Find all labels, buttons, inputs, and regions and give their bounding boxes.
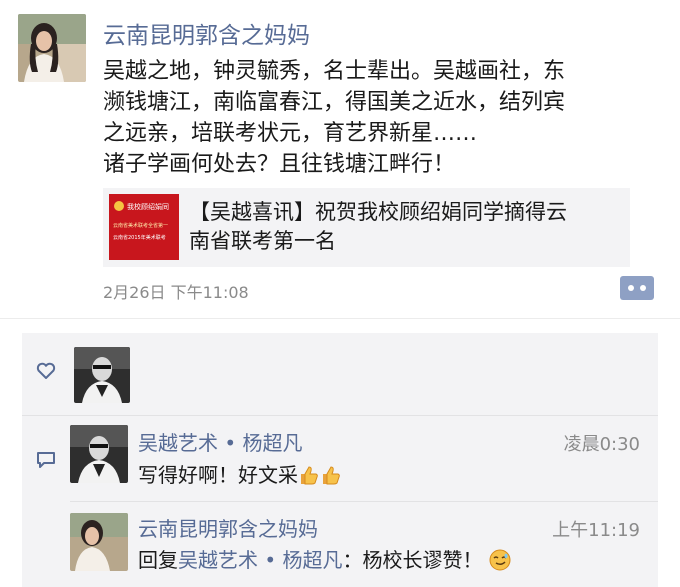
post-text-line: 濒钱塘江，南临富春江，得国美之近水，结列宾 <box>103 90 566 115</box>
dot-icon <box>640 285 646 291</box>
comment-time: 上午11:19 <box>552 520 640 541</box>
thumb-text-3: 云南省2015年美术联考 <box>113 234 166 241</box>
post-timestamp: 2月26日 下午11:08 <box>103 283 249 302</box>
shared-link-card[interactable]: 我校顾绍娟同 云南省美术联考全省第一 云南省2015年美术联考 【吴越喜讯】祝贺… <box>103 188 630 267</box>
reply-to-name[interactable]: 吴越艺术 • 杨超凡 <box>178 548 343 572</box>
link-title-line: 【吴越喜讯】祝贺我校顾绍娟同学摘得云 <box>189 200 567 224</box>
comment-text[interactable]: 写得好啊！好文采 <box>138 459 342 488</box>
link-title[interactable]: 【吴越喜讯】祝贺我校顾绍娟同学摘得云 南省联考第一名 <box>189 198 621 256</box>
reply-prefix: 回复 <box>138 548 178 572</box>
more-actions-button[interactable] <box>620 276 654 300</box>
divider <box>70 501 658 502</box>
link-thumbnail: 我校顾绍娟同 云南省美术联考全省第一 云南省2015年美术联考 <box>109 194 179 260</box>
comment-text[interactable]: 回复吴越艺术 • 杨超凡：杨校长谬赞！ <box>138 544 511 573</box>
post-author-avatar[interactable] <box>18 14 86 82</box>
link-title-line: 南省联考第一名 <box>189 229 336 253</box>
post-text: 吴越之地，钟灵毓秀，名士辈出。吴越画社，东 濒钱塘江，南临富春江，得国美之近水，… <box>103 56 643 180</box>
post-author-name[interactable]: 云南昆明郭含之妈妈 <box>103 16 310 50</box>
commenter-avatar[interactable] <box>70 513 128 571</box>
comment-author[interactable]: 吴越艺术 • 杨超凡 <box>138 427 303 456</box>
likes-comments-panel: 吴越艺术 • 杨超凡 凌晨0:30 写得好啊！好文采 云南昆明郭含之妈妈 上午1… <box>22 333 658 587</box>
comment-time: 凌晨0:30 <box>563 434 640 455</box>
speech-bubble-icon <box>36 451 56 469</box>
comment-author[interactable]: 云南昆明郭含之妈妈 <box>138 513 318 542</box>
thumb-text-2: 云南省美术联考全省第一 <box>113 222 168 229</box>
comment-body: ：杨校长谬赞！ <box>342 548 483 572</box>
thumbs-up-icon <box>301 466 318 485</box>
thumbs-up-icon <box>323 466 340 485</box>
post-text-line: 之远亲，培联考状元，育艺界新星…… <box>103 121 478 146</box>
divider <box>0 318 680 319</box>
post-text-line: 吴越之地，钟灵毓秀，名士辈出。吴越画社，东 <box>103 59 566 84</box>
smirk-face-icon <box>489 549 511 571</box>
thumb-text-1: 我校顾绍娟同 <box>127 202 169 211</box>
liker-avatar[interactable] <box>74 347 130 403</box>
comment-body: 写得好啊！好文采 <box>138 463 298 487</box>
divider <box>22 415 658 416</box>
heart-outline-icon <box>36 362 56 380</box>
dot-icon <box>628 285 634 291</box>
commenter-avatar[interactable] <box>70 425 128 483</box>
post-text-line: 诸子学画何处去？且往钱塘江畔行！ <box>103 152 456 177</box>
